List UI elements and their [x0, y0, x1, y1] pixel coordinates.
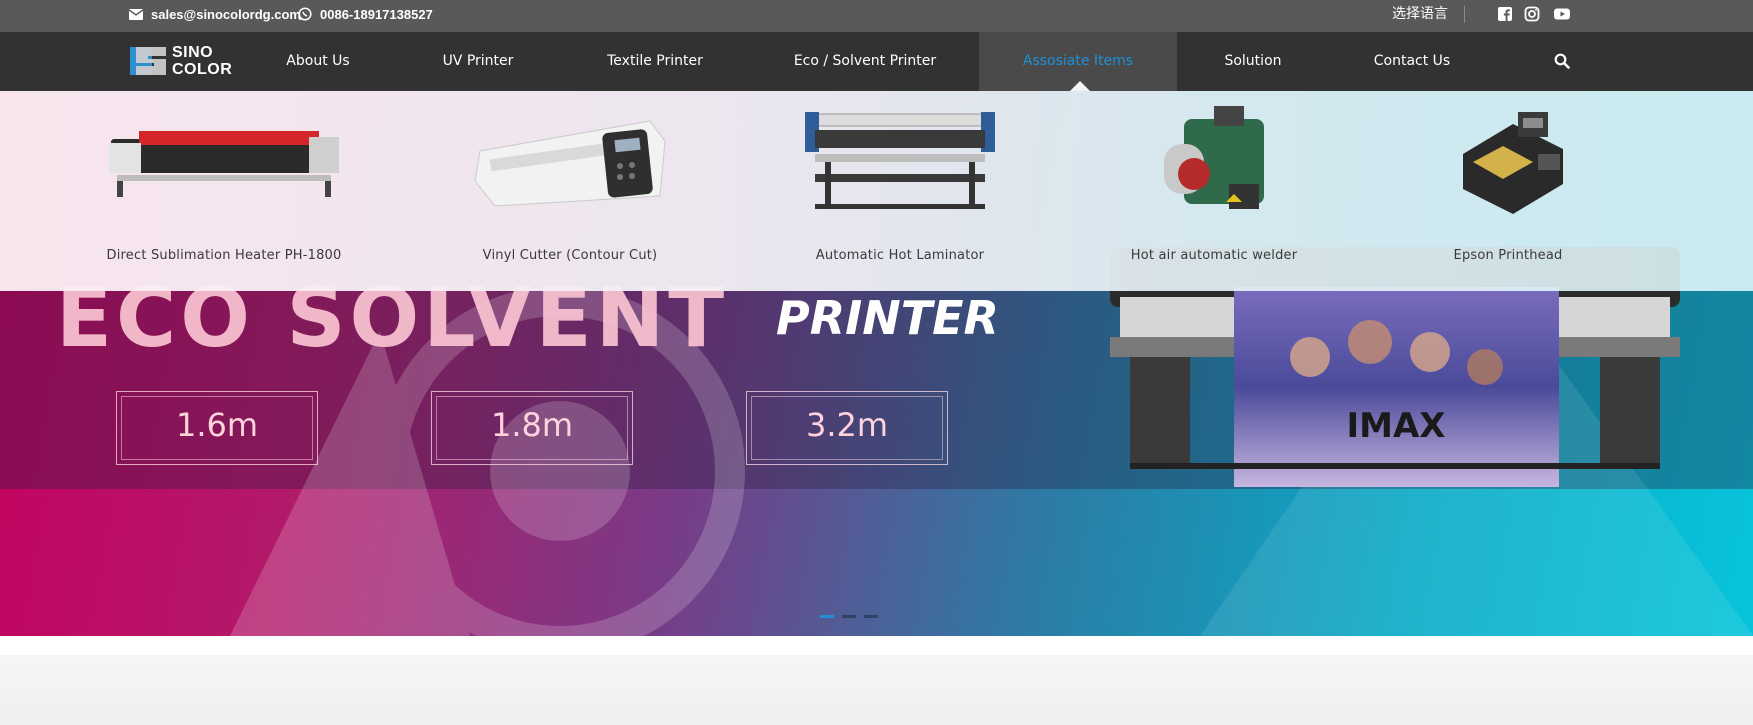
- size-option-1: 1.6m: [116, 391, 318, 465]
- youtube-icon[interactable]: [1553, 6, 1571, 22]
- dropdown-pointer: [1070, 81, 1090, 91]
- size-label: 1.6m: [175, 406, 259, 444]
- nav-about-us[interactable]: About Us: [268, 32, 368, 91]
- dropdown-item-label: Hot air automatic welder: [1130, 248, 1298, 263]
- vinyl-cutter-image: [474, 120, 666, 207]
- dropdown-item-epson-printhead[interactable]: Epson Printhead: [1393, 91, 1623, 291]
- epson-printhead-image: [1463, 111, 1563, 214]
- envelope-icon: [129, 8, 143, 20]
- facebook-icon[interactable]: [1497, 6, 1513, 22]
- email-contact[interactable]: sales@sinocolordg.com: [129, 0, 301, 28]
- nav-contact-us[interactable]: Contact Us: [1356, 32, 1468, 91]
- slide-dot[interactable]: [842, 615, 856, 618]
- associate-items-dropdown: Direct Sublimation Heater PH-1800 Vinyl …: [0, 91, 1753, 291]
- whatsapp-contact[interactable]: 0086-18917138527: [298, 0, 433, 28]
- dropdown-item-label: Epson Printhead: [1453, 248, 1563, 263]
- whatsapp-icon: [298, 7, 312, 21]
- slide-indicators: [820, 615, 878, 618]
- phone-text: 0086-18917138527: [320, 6, 433, 22]
- dropdown-item-label: Automatic Hot Laminator: [815, 248, 985, 263]
- nav-uv-printer[interactable]: UV Printer: [428, 32, 528, 91]
- nav-solution[interactable]: Solution: [1203, 32, 1303, 91]
- dropdown-item-label: Vinyl Cutter (Contour Cut): [482, 248, 658, 263]
- dropdown-item-vinyl-cutter[interactable]: Vinyl Cutter (Contour Cut): [445, 91, 695, 291]
- search-icon[interactable]: [1554, 53, 1570, 69]
- size-option-2: 1.8m: [431, 391, 633, 465]
- email-text: sales@sinocolordg.com: [151, 6, 301, 22]
- divider: [1464, 6, 1465, 23]
- size-label: 3.2m: [805, 406, 889, 444]
- slide-dot[interactable]: [820, 615, 834, 618]
- nav-textile-printer[interactable]: Textile Printer: [595, 32, 715, 91]
- sublimation-heater-image: [109, 131, 339, 197]
- logo-mark-icon: [130, 47, 166, 75]
- dropdown-item-hot-laminator[interactable]: Automatic Hot Laminator: [775, 91, 1025, 291]
- hot-laminator-image: [805, 111, 995, 209]
- instagram-icon[interactable]: [1524, 6, 1540, 22]
- top-bar: sales@sinocolordg.com 0086-18917138527 选…: [0, 0, 1753, 32]
- size-option-3: 3.2m: [746, 391, 948, 465]
- nav-eco-solvent-printer[interactable]: Eco / Solvent Printer: [780, 32, 950, 91]
- banner-text: IMAX: [1346, 406, 1445, 446]
- size-label: 1.8m: [490, 406, 574, 444]
- logo-text-sino: SINO: [172, 44, 214, 61]
- slide-dot[interactable]: [864, 615, 878, 618]
- hero-subheadline: PRINTER: [776, 291, 999, 345]
- hot-air-welder-image: [1164, 105, 1264, 209]
- logo-text-color: COLOR: [172, 61, 233, 78]
- logo[interactable]: SINO COLOR: [128, 42, 238, 82]
- language-selector[interactable]: 选择语言: [1392, 4, 1448, 24]
- dropdown-item-label: Direct Sublimation Heater PH-1800: [106, 248, 342, 263]
- content-section: [0, 655, 1753, 725]
- dropdown-item-hot-air-welder[interactable]: Hot air automatic welder: [1089, 91, 1339, 291]
- main-nav: SINO COLOR About Us UV Printer Textile P…: [0, 32, 1753, 91]
- dropdown-item-sublimation-heater[interactable]: Direct Sublimation Heater PH-1800: [74, 91, 374, 291]
